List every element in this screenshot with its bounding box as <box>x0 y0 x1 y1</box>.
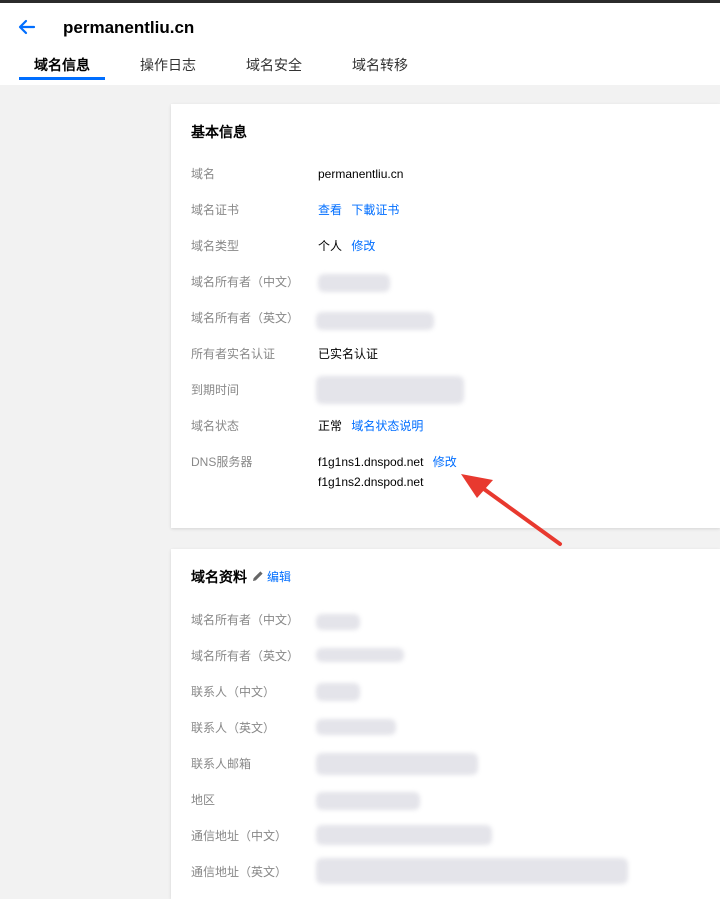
label-address-en: 通信地址（英文） <box>191 865 288 879</box>
redacted-contact-cn <box>316 683 360 701</box>
tab-operation-log[interactable]: 操作日志 <box>140 55 196 75</box>
tab-domain-transfer[interactable]: 域名转移 <box>352 55 408 75</box>
value-domain: permanentliu.cn <box>318 167 404 181</box>
status-explanation-link[interactable]: 域名状态说明 <box>351 419 423 433</box>
certificate-actions: 查看 下載证书 <box>318 202 399 218</box>
label-certificate: 域名证书 <box>191 203 240 217</box>
domain-status-row: 正常 域名状态说明 <box>318 418 423 434</box>
domain-type-row: 个人 修改 <box>318 238 375 254</box>
label-contact-email: 联系人邮箱 <box>191 757 252 771</box>
label-profile-owner-cn: 域名所有者（中文） <box>191 613 300 627</box>
tab-domain-info[interactable]: 域名信息 <box>34 55 90 75</box>
label-domain-type: 域名类型 <box>191 239 240 253</box>
redacted-expiry <box>316 376 464 404</box>
basic-info-card: 基本信息 域名 permanentliu.cn 域名证书 查看 下載证书 域名类… <box>171 104 720 528</box>
back-arrow-icon[interactable] <box>16 16 38 38</box>
label-address-cn: 通信地址（中文） <box>191 829 288 843</box>
edit-profile-link[interactable]: 编辑 <box>267 568 291 585</box>
dns-server-1-row: f1g1ns1.dnspod.net 修改 <box>318 454 457 470</box>
label-contact-cn: 联系人（中文） <box>191 685 276 699</box>
active-tab-indicator <box>19 77 105 80</box>
redacted-region <box>316 792 420 810</box>
download-certificate-link[interactable]: 下載证书 <box>351 203 399 217</box>
label-dns-servers: DNS服务器 <box>191 455 253 469</box>
value-domain-type: 个人 <box>318 239 343 253</box>
redacted-address-cn <box>316 825 492 845</box>
tab-domain-security[interactable]: 域名安全 <box>246 55 302 75</box>
view-certificate-link[interactable]: 查看 <box>318 203 342 217</box>
label-owner-cn: 域名所有者（中文） <box>191 275 300 289</box>
redacted-owner-cn <box>318 274 390 292</box>
label-verification: 所有者实名认证 <box>191 347 276 361</box>
redacted-profile-owner-cn <box>316 614 360 630</box>
label-domain: 域名 <box>191 167 216 181</box>
pencil-icon[interactable] <box>251 569 265 583</box>
redacted-profile-owner-en <box>316 648 404 662</box>
label-contact-en: 联系人（英文） <box>191 721 276 735</box>
redacted-contact-email <box>316 753 478 775</box>
basic-info-title: 基本信息 <box>191 124 247 140</box>
modify-dns-link[interactable]: 修改 <box>433 455 457 469</box>
label-owner-en: 域名所有者（英文） <box>191 311 300 325</box>
domain-profile-title: 域名资料 <box>191 569 247 585</box>
redacted-owner-en <box>316 312 434 330</box>
modify-domain-type-link[interactable]: 修改 <box>351 239 375 253</box>
label-expiry: 到期时间 <box>191 383 240 397</box>
tab-bar: 域名信息 操作日志 域名安全 域名转移 <box>0 55 720 82</box>
label-profile-owner-en: 域名所有者（英文） <box>191 649 300 663</box>
redacted-contact-en <box>316 719 396 735</box>
page-title: permanentliu.cn <box>63 18 195 37</box>
value-dns-server-1: f1g1ns1.dnspod.net <box>318 455 424 469</box>
label-domain-status: 域名状态 <box>191 419 240 433</box>
value-domain-status: 正常 <box>318 419 343 433</box>
redacted-address-en <box>316 858 628 884</box>
value-verification: 已实名认证 <box>318 347 379 361</box>
label-region: 地区 <box>191 793 216 807</box>
domain-profile-card: 域名资料 编辑 域名所有者（中文） 域名所有者（英文） 联系人（中文） 联系人（… <box>171 549 720 899</box>
value-dns-server-2: f1g1ns2.dnspod.net <box>318 475 424 489</box>
